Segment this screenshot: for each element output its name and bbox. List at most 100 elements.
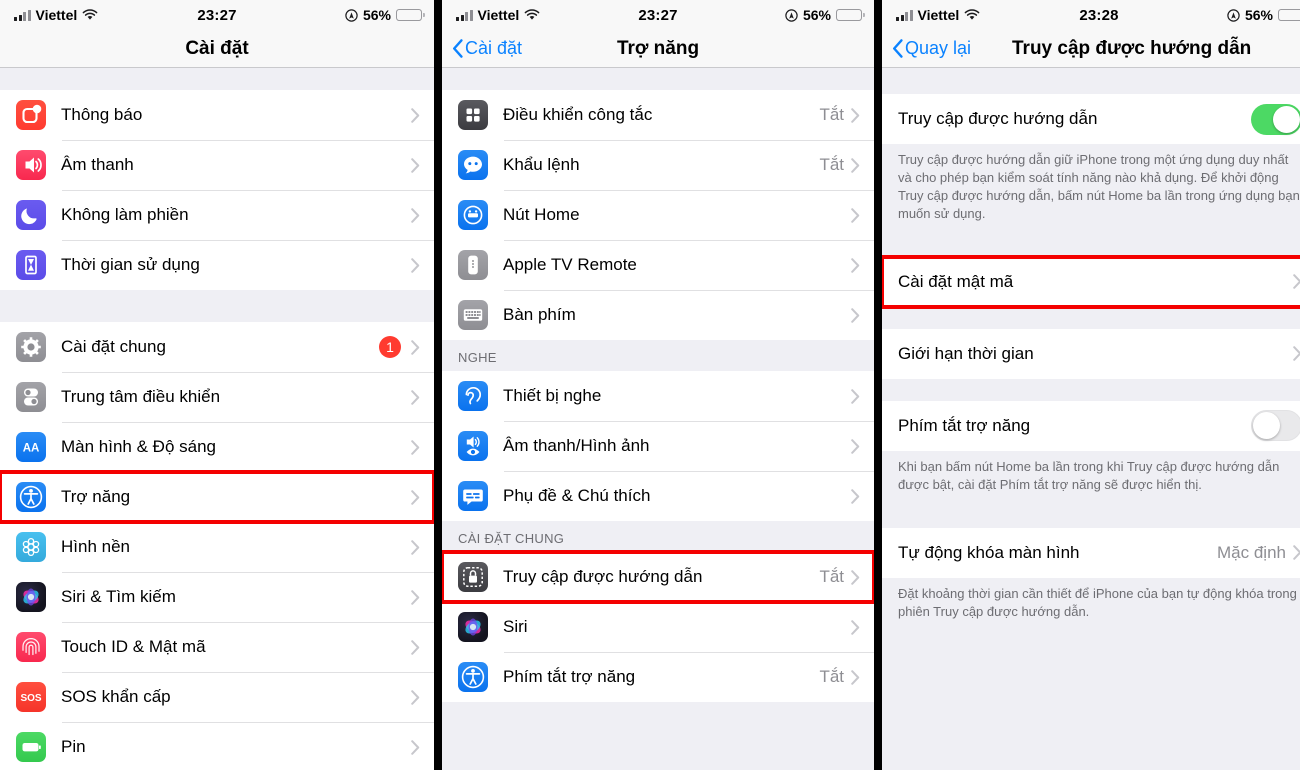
settings-row[interactable]: Trợ năng [0, 470, 434, 524]
settings-row-value: Tắt [819, 567, 844, 586]
settings-row[interactable]: Phím tắt trợ năng Tắt [442, 652, 874, 702]
settings-row-label: Trợ năng [61, 487, 131, 506]
chevron-right-icon [411, 539, 420, 555]
settings-row-label: Siri & Tìm kiếm [61, 587, 176, 606]
settings-group: Giới hạn thời gian [882, 328, 1300, 379]
hearing-devices-icon [458, 381, 488, 411]
chevron-right-icon [411, 389, 420, 405]
settings-row[interactable]: Âm thanh [0, 140, 434, 190]
settings-row[interactable]: Không làm phiền [0, 190, 434, 240]
settings-row[interactable]: Giới hạn thời gian [882, 328, 1300, 379]
settings-row-label: Thông báo [61, 105, 143, 124]
guided-access-icon [458, 562, 488, 592]
back-button[interactable]: Quay lại [892, 38, 971, 59]
phone-screen-guided-access: Viettel 23:28 56% Quay lại Truy cập được hướ… [882, 0, 1300, 770]
settings-row[interactable]: Truy cập được hướng dẫn [882, 94, 1300, 144]
panel-divider [434, 0, 442, 770]
control-center-icon [16, 382, 46, 412]
settings-row[interactable]: Điều khiển công tắc Tắt [442, 90, 874, 140]
settings-row-label: Truy cập được hướng dẫn [898, 109, 1098, 128]
settings-list[interactable]: Thông báo Âm thanh Không làm phiền Thời gia… [0, 68, 434, 770]
settings-row-label: Thời gian sử dụng [61, 255, 200, 274]
group-spacer [882, 306, 1300, 329]
toggle-switch[interactable] [1251, 103, 1300, 135]
settings-row-label: Apple TV Remote [503, 255, 637, 274]
settings-row-label: Khẩu lệnh [503, 155, 580, 174]
group-footnote: Truy cập được hướng dẫn giữ iPhone trong… [882, 144, 1300, 235]
settings-row[interactable]: Nút Home [442, 190, 874, 240]
sound-icon [16, 150, 46, 180]
chevron-right-icon [851, 107, 860, 123]
settings-row[interactable]: Phím tắt trợ năng [882, 400, 1300, 451]
chevron-right-icon [411, 157, 420, 173]
carrier-label: Viettel [35, 7, 78, 23]
settings-group: Truy cập được hướng dẫn [882, 94, 1300, 144]
group-spacer [442, 68, 874, 90]
status-bar-left: Viettel [14, 7, 98, 23]
switch-control-icon [458, 100, 488, 130]
phone-screen-accessibility: Viettel 23:27 56% Cài đặt Trợ năng Điều khiển… [442, 0, 874, 770]
back-button[interactable]: Cài đặt [452, 38, 522, 59]
chevron-right-icon [1293, 274, 1300, 290]
settings-row[interactable]: Siri & Tìm kiếm [0, 572, 434, 622]
settings-row[interactable]: Cài đặt chung 1 [0, 322, 434, 372]
location-icon [785, 8, 798, 22]
status-bar: Viettel 23:28 56% [882, 0, 1300, 30]
settings-row[interactable]: Thời gian sử dụng [0, 240, 434, 290]
toggle-switch[interactable] [1251, 410, 1300, 442]
chevron-right-icon [851, 157, 860, 173]
settings-row[interactable]: Tự động khóa màn hình Mặc định [882, 527, 1300, 578]
settings-group: Thông báo Âm thanh Không làm phiền Thời gia… [0, 90, 434, 290]
chevron-right-icon [1293, 545, 1300, 560]
subtitles-icon [458, 481, 488, 511]
wifi-icon [82, 9, 98, 20]
cellular-signal-icon [896, 9, 913, 21]
group-spacer [882, 234, 1300, 257]
settings-list[interactable]: Điều khiển công tắc Tắt Khẩu lệnh Tắt Nút Ho… [442, 68, 874, 770]
settings-row[interactable]: Cài đặt mật mã [882, 254, 1300, 309]
chevron-right-icon [851, 207, 860, 223]
settings-row-label: Nút Home [503, 205, 580, 224]
settings-row[interactable]: Trung tâm điều khiển [0, 372, 434, 422]
settings-row-label: Bàn phím [503, 305, 576, 324]
group-footnote: Khi bạn bấm nút Home ba lần trong khi Tr… [882, 450, 1300, 506]
settings-row[interactable]: Bàn phím [442, 290, 874, 340]
settings-group: Thiết bị nghe Âm thanh/Hình ảnh Phụ đề & C… [442, 371, 874, 521]
settings-row-value: Tắt [819, 105, 844, 124]
settings-row-label: Không làm phiền [61, 205, 189, 224]
battery-icon [1278, 9, 1300, 21]
settings-group: Cài đặt mật mã [882, 254, 1300, 309]
nav-bar: Cài đặt [0, 30, 434, 68]
settings-row[interactable]: Thiết bị nghe [442, 371, 874, 421]
status-bar-right: 56% [1227, 7, 1300, 23]
chevron-right-icon [411, 639, 420, 655]
settings-row-label: Phím tắt trợ năng [503, 667, 636, 686]
settings-row[interactable]: Siri [442, 602, 874, 652]
settings-list[interactable]: Truy cập được hướng dẫn Truy cập được hướ… [882, 68, 1300, 770]
group-header: NGHE [442, 340, 874, 371]
gear-icon [16, 332, 46, 362]
battery-percent-label: 56% [1244, 7, 1273, 23]
settings-row[interactable]: Truy cập được hướng dẫn Tắt [442, 550, 874, 604]
chevron-right-icon [851, 619, 860, 635]
panel-divider [874, 0, 882, 770]
wifi-icon [964, 9, 980, 20]
settings-row-label: Cài đặt chung [61, 337, 166, 356]
settings-row[interactable]: Touch ID & Mật mã [0, 622, 434, 672]
settings-row-label: Điều khiển công tắc [503, 105, 653, 124]
settings-row[interactable]: AA Màn hình & Độ sáng [0, 422, 434, 472]
cellular-signal-icon [14, 9, 31, 21]
battery-percent-label: 56% [362, 7, 391, 23]
chevron-right-icon [411, 257, 420, 273]
settings-row[interactable]: Âm thanh/Hình ảnh [442, 421, 874, 471]
siri-icon [16, 582, 46, 612]
settings-row[interactable]: Apple TV Remote [442, 240, 874, 290]
settings-row[interactable]: Thông báo [0, 90, 434, 140]
cellular-signal-icon [456, 9, 473, 21]
settings-row[interactable]: Khẩu lệnh Tắt [442, 140, 874, 190]
settings-row[interactable]: Pin [0, 722, 434, 770]
settings-row[interactable]: Hình nền [0, 522, 434, 572]
settings-row[interactable]: SOS SOS khẩn cấp [0, 672, 434, 722]
settings-row-label: Phím tắt trợ năng [898, 415, 1031, 435]
settings-row[interactable]: Phụ đề & Chú thích [442, 471, 874, 521]
